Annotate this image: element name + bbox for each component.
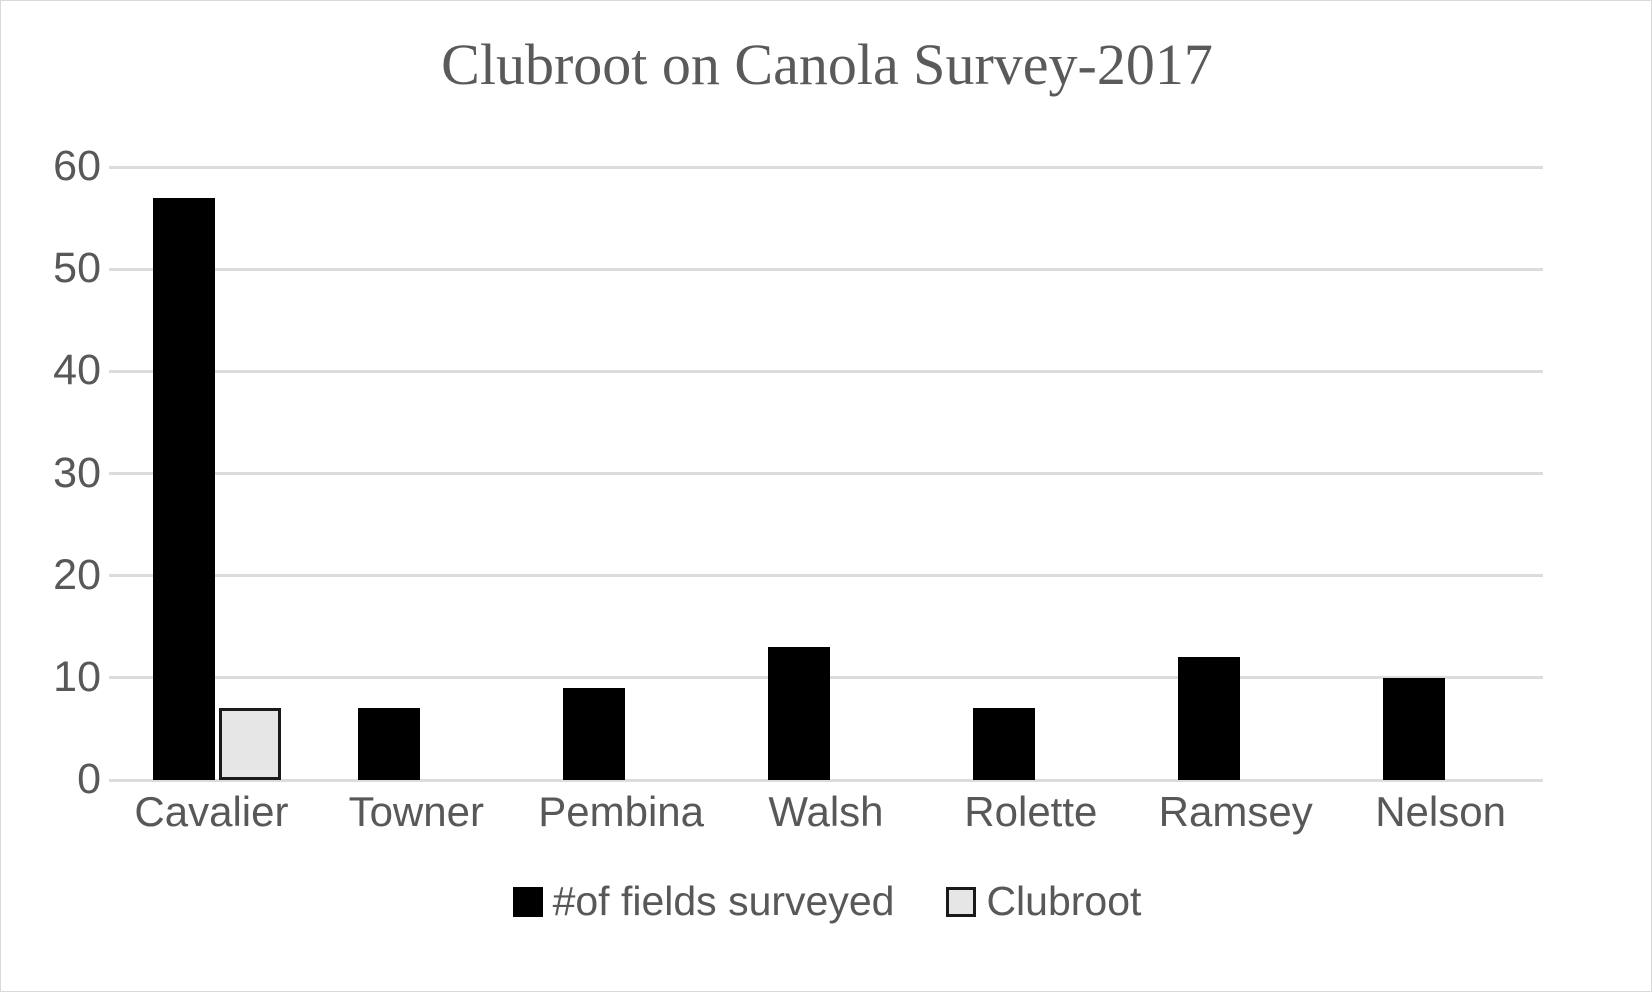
y-axis-tick-label: 0	[77, 755, 101, 803]
black-square-icon	[512, 886, 543, 917]
bar-group	[109, 167, 314, 780]
bar-group	[928, 167, 1133, 780]
legend-item-fields-surveyed[interactable]: #of fields surveyed	[512, 878, 895, 924]
x-axis-tick-label-ramsey: Ramsey	[1158, 788, 1313, 835]
x-axis-tick-label-walsh: Walsh	[768, 788, 884, 835]
bar-group	[1133, 167, 1338, 780]
x-axis-tick-label-cavalier: Cavalier	[134, 788, 289, 835]
bar-pembina-fields[interactable]	[563, 688, 626, 780]
x-axis-tick-label-nelson: Nelson	[1375, 788, 1506, 835]
light-gray-square-icon	[946, 886, 977, 917]
y-axis-tick-label: 10	[53, 652, 101, 701]
y-axis-tick-label: 20	[53, 550, 101, 599]
bar-cavalier-fields[interactable]	[153, 197, 216, 780]
y-axis: 0 10 20 30 40 50 60	[1, 1, 101, 993]
bar-group	[519, 167, 724, 780]
bar-ramsey-fields[interactable]	[1177, 657, 1240, 780]
bar-group	[314, 167, 519, 780]
y-axis-tick-label: 60	[53, 142, 101, 190]
x-axis-tick-label-rolette: Rolette	[964, 788, 1098, 835]
bar-group	[1338, 167, 1543, 780]
y-axis-tick-label: 50	[53, 244, 101, 293]
legend-label: Clubroot	[986, 878, 1142, 924]
chart-container: Clubroot on Canola Survey-2017 0 10 20 30 40…	[0, 0, 1652, 992]
bar-group	[724, 167, 929, 780]
bar-rolette-fields[interactable]	[972, 708, 1035, 780]
legend-label: #of fields surveyed	[552, 878, 895, 924]
bar-nelson-fields[interactable]	[1382, 677, 1445, 780]
bar-towner-fields[interactable]	[358, 708, 421, 780]
y-axis-tick-label: 30	[53, 448, 101, 497]
chart-legend: #of fields surveyed Clubroot	[1, 881, 1652, 922]
plot-area	[109, 165, 1543, 782]
y-axis-tick-label: 40	[53, 346, 101, 395]
x-axis-tick-label-towner: Towner	[348, 788, 484, 835]
x-axis: Cavalier Towner Pembina Walsh Rolette Ramsey N…	[109, 791, 1543, 861]
bar-cavalier-clubroot[interactable]	[219, 708, 282, 780]
bar-walsh-fields[interactable]	[767, 647, 830, 780]
x-axis-tick-label-pembina: Pembina	[538, 788, 704, 835]
legend-item-clubroot[interactable]: Clubroot	[946, 881, 1141, 922]
chart-title: Clubroot on Canola Survey-2017	[441, 32, 1213, 97]
